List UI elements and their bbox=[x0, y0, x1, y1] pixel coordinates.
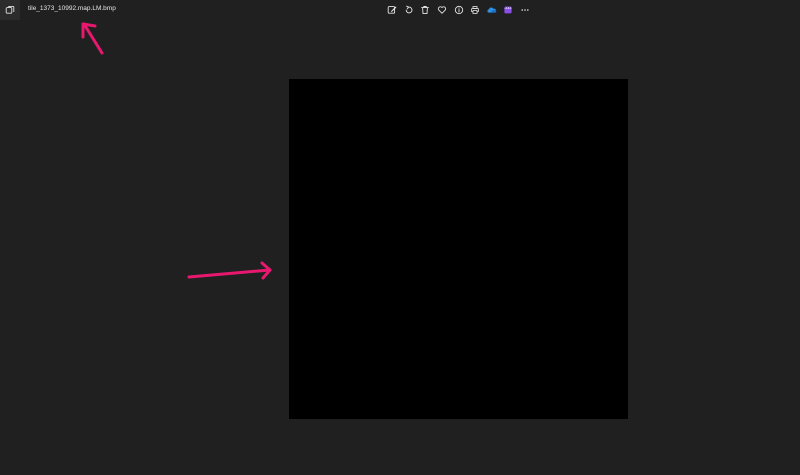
cloud-icon bbox=[487, 7, 497, 13]
filename-annotation-arrow bbox=[81, 22, 104, 55]
file-name-title: tile_1373_10992.map.LM.bmp bbox=[28, 5, 116, 12]
image-canvas bbox=[289, 79, 628, 419]
clapperboard-icon bbox=[504, 6, 513, 14]
gallery-back-button[interactable] bbox=[0, 0, 20, 20]
rotate-icon bbox=[405, 5, 413, 14]
photos-viewer-window: tile_1373_10992.map.LM.bmp bbox=[0, 0, 800, 475]
onedrive-button[interactable] bbox=[484, 2, 501, 18]
file-info-button[interactable] bbox=[450, 2, 467, 18]
more-options-button[interactable] bbox=[517, 2, 534, 18]
edit-image-button[interactable] bbox=[384, 2, 401, 18]
print-button[interactable] bbox=[467, 2, 484, 18]
rotate-button[interactable] bbox=[401, 2, 418, 18]
trash-icon bbox=[421, 6, 430, 15]
image-toolbar bbox=[384, 2, 533, 18]
canvas-annotation-arrow bbox=[187, 261, 272, 280]
favorite-button[interactable] bbox=[434, 2, 451, 18]
heart-icon bbox=[438, 6, 447, 14]
gallery-icon bbox=[5, 5, 15, 14]
info-icon bbox=[454, 5, 463, 15]
video-editor-button[interactable] bbox=[500, 2, 517, 18]
ellipsis-icon bbox=[521, 9, 529, 11]
edit-image-icon bbox=[388, 6, 397, 14]
delete-button[interactable] bbox=[417, 2, 434, 18]
print-icon bbox=[471, 6, 480, 14]
